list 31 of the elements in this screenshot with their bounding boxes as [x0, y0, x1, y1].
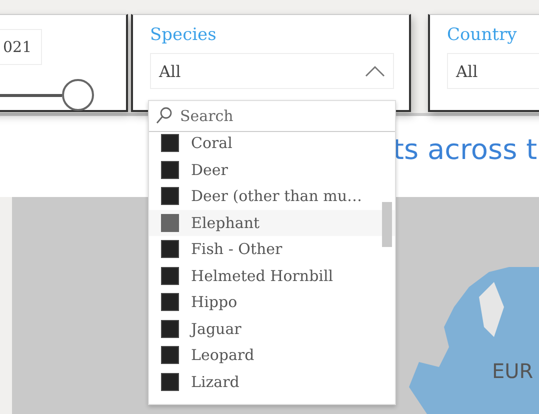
country-dropdown[interactable]: All — [447, 53, 539, 89]
checkbox[interactable] — [161, 187, 179, 206]
list-item[interactable]: Elephant — [149, 210, 395, 236]
list-item[interactable]: Deer — [149, 156, 395, 183]
list-item[interactable]: Lizard — [149, 368, 395, 395]
checkbox[interactable] — [161, 160, 179, 179]
list-item[interactable]: Hippo — [149, 289, 395, 316]
checkbox[interactable] — [161, 214, 179, 232]
slicer-title: Country — [447, 25, 518, 47]
list-item[interactable]: Helmeted Hornbill — [149, 262, 395, 289]
year-field[interactable]: 021 — [0, 29, 42, 65]
list-item[interactable]: Jaguar — [149, 316, 395, 342]
list-item[interactable]: Deer (other than mu… — [149, 183, 395, 210]
list-item[interactable]: Coral — [149, 132, 395, 156]
slider-handle[interactable] — [62, 79, 94, 111]
checkbox[interactable] — [161, 134, 179, 152]
species-dropdown[interactable]: All — [150, 53, 394, 89]
map-label: EUR — [492, 359, 534, 383]
checkbox[interactable] — [161, 240, 179, 258]
checkbox[interactable] — [161, 372, 179, 391]
list-item[interactable]: Fish - Other — [149, 236, 395, 262]
search-icon — [156, 107, 172, 125]
list-item[interactable]: Leopard — [149, 342, 395, 368]
checkbox[interactable] — [161, 346, 179, 364]
scrollbar[interactable] — [382, 202, 392, 247]
slicer-title: Species — [150, 25, 218, 47]
search-field[interactable]: Search — [180, 107, 360, 125]
chevron-icon — [365, 65, 385, 77]
checkbox[interactable] — [161, 266, 179, 285]
checkbox[interactable] — [161, 293, 179, 312]
checkbox[interactable] — [161, 320, 179, 338]
